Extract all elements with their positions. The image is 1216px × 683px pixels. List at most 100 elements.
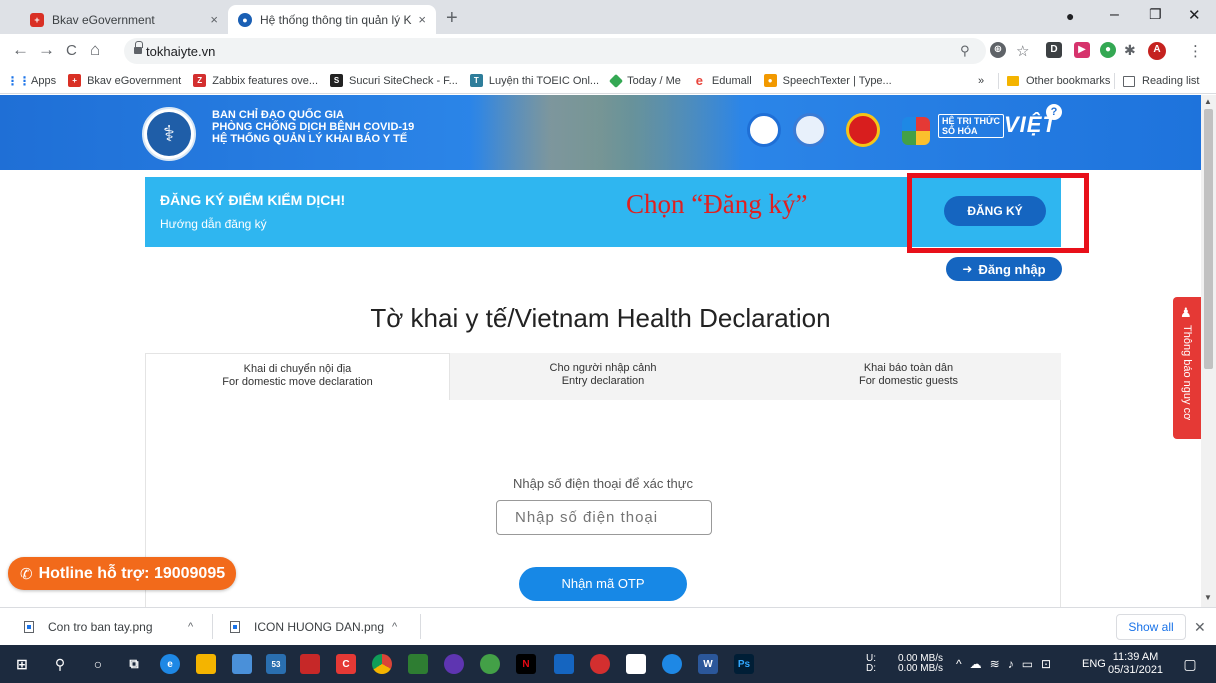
forward-button[interactable]: → xyxy=(38,40,55,60)
coccoc-icon[interactable]: C xyxy=(336,654,356,674)
reading-list[interactable]: Reading list xyxy=(1114,68,1199,94)
scroll-down-arrow-icon[interactable]: ▼ xyxy=(1204,593,1212,602)
home-button[interactable]: ⌂ xyxy=(90,40,100,60)
chevron-up-icon[interactable]: ^ xyxy=(188,621,193,633)
bookmark-edumall[interactable]: e Edumall xyxy=(693,73,752,88)
show-all-button[interactable]: Show all xyxy=(1116,614,1186,640)
bookmark-today[interactable]: Today / Me xyxy=(609,73,681,88)
scroll-up-arrow-icon[interactable]: ▲ xyxy=(1204,97,1212,106)
app-red-icon[interactable] xyxy=(590,654,610,674)
media-icon[interactable] xyxy=(444,654,464,674)
phone-label: Nhập số điện thoại để xác thực xyxy=(513,476,693,491)
netflix-icon[interactable]: N xyxy=(516,654,536,674)
profile-dot-icon[interactable]: ● xyxy=(1066,8,1074,24)
hetri-small-text: HỆ TRI THỨC SỐ HÓA xyxy=(938,114,1004,138)
windows-taskbar: ⊞ ⚲ ○ ⧉ e 53 C N W Ps U: D: 0.00 MB/s 0.… xyxy=(0,645,1216,683)
tab-close-icon[interactable]: × xyxy=(210,12,218,27)
risk-notice-tab[interactable]: ♟ Thông báo nguy cơ xyxy=(1173,297,1201,439)
login-label: Đăng nhập xyxy=(978,261,1046,277)
app-badge-icon[interactable] xyxy=(662,654,682,674)
bookmark-bkav[interactable]: + Bkav eGovernment xyxy=(68,74,181,87)
extension-d-icon[interactable]: D xyxy=(1046,42,1062,58)
input-icon[interactable]: ⊡ xyxy=(1041,657,1051,671)
bookmark-sucuri[interactable]: S Sucuri SiteCheck - F... xyxy=(330,74,458,87)
calculator-icon[interactable] xyxy=(408,654,428,674)
get-otp-button[interactable]: Nhận mã OTP xyxy=(519,567,687,601)
zoom-icon[interactable]: ⊕ xyxy=(990,42,1006,58)
hotline-button[interactable]: ✆ Hotline hỗ trợ: 19009095 xyxy=(8,557,237,590)
download-item[interactable]: ICON HUONG DAN.png ^ xyxy=(230,608,420,645)
windows-start-icon[interactable]: ⊞ xyxy=(12,654,32,674)
app-blue-icon[interactable] xyxy=(554,654,574,674)
chevron-up-icon[interactable]: ^ xyxy=(956,657,962,671)
edge-icon[interactable]: e xyxy=(160,654,180,674)
battery-icon[interactable]: ▭ xyxy=(1022,657,1033,671)
word-icon[interactable]: W xyxy=(698,654,718,674)
bookmark-toeic[interactable]: T Luyện thi TOEIC Onl... xyxy=(469,74,599,87)
tray-icons[interactable]: ^ ☁ ≋ ♪ ▭ ⊡ xyxy=(956,645,1057,683)
page-scrollbar[interactable]: ▲ ▼ xyxy=(1201,95,1216,607)
tab-domestic-move[interactable]: Khai di chuyển nội địa For domestic move… xyxy=(145,353,450,401)
tab-domestic-guests[interactable]: Khai báo toàn dân For domestic guests xyxy=(756,353,1061,401)
header-title: BAN CHỈ ĐẠO QUỐC GIA PHÒNG CHỐNG DỊCH BỆ… xyxy=(212,109,414,145)
extension-search-icon[interactable]: ● xyxy=(1100,42,1116,58)
chevron-up-icon[interactable]: ^ xyxy=(392,621,397,633)
annotation-highlight-box xyxy=(907,173,1089,253)
browser-tab-bkav[interactable]: + Bkav eGovernment × xyxy=(20,5,228,34)
bookmark-apps[interactable]: ⋮⋮ Apps xyxy=(7,74,57,88)
tab-close-icon[interactable]: × xyxy=(418,12,426,27)
bookmark-zabbix[interactable]: Z Zabbix features ove... xyxy=(193,74,318,87)
ministry-of-health-logo[interactable]: ⚕ xyxy=(142,107,196,161)
cortana-icon[interactable]: ○ xyxy=(88,654,108,674)
back-button[interactable]: ← xyxy=(12,40,29,60)
volume-icon[interactable]: ♪ xyxy=(1008,657,1014,671)
bookmark-label: SpeechTexter | Type... xyxy=(782,74,892,87)
location-pin-icon[interactable]: ⚲ xyxy=(960,43,970,59)
search-icon[interactable]: ⚲ xyxy=(50,654,70,674)
close-window-button[interactable]: ✕ xyxy=(1188,6,1201,24)
bookmarks-more-button[interactable]: » xyxy=(978,68,984,94)
restore-button[interactable]: ❐ xyxy=(1149,6,1162,23)
browser-tab-tokhaiyte[interactable]: ● Hệ thống thông tin quản lý Khai × xyxy=(228,5,436,34)
cloud-icon[interactable]: ☁ xyxy=(970,657,982,671)
site-header-banner: ⚕ BAN CHỈ ĐẠO QUỐC GIA PHÒNG CHỐNG DỊCH … xyxy=(0,95,1201,170)
login-button[interactable]: ➜ Đăng nhập xyxy=(946,257,1062,281)
bookmark-label: Other bookmarks xyxy=(1026,75,1111,87)
reload-button[interactable]: C xyxy=(66,42,77,59)
minimize-button[interactable]: – xyxy=(1110,6,1119,24)
notepad-icon[interactable] xyxy=(626,654,646,674)
edumall-icon: e xyxy=(695,73,704,88)
task-view-icon[interactable]: ⧉ xyxy=(124,654,144,674)
bookmark-star-icon[interactable]: ☆ xyxy=(1016,42,1029,60)
chrome-icon[interactable] xyxy=(372,654,392,674)
download-item[interactable]: Con tro ban tay.png ^ xyxy=(24,608,214,645)
profile-avatar[interactable]: A xyxy=(1148,42,1166,60)
photoshop-icon[interactable]: Ps xyxy=(734,654,754,674)
address-bar[interactable]: tokhaiyte.vn xyxy=(124,38,986,64)
chrome-menu-icon[interactable]: ⋮ xyxy=(1188,42,1203,60)
file-explorer-icon[interactable] xyxy=(196,654,216,674)
divider xyxy=(212,614,213,639)
mail-badge-icon[interactable]: 53 xyxy=(266,654,286,674)
tab-entry[interactable]: Cho người nhập cảnh Entry declaration xyxy=(450,353,756,401)
declaration-tabs: Khai di chuyển nội địa For domestic move… xyxy=(145,353,1061,401)
help-icon[interactable]: ? xyxy=(1046,104,1062,120)
other-bookmarks[interactable]: Other bookmarks xyxy=(998,68,1110,94)
close-downloads-icon[interactable]: ✕ xyxy=(1194,619,1206,636)
clock[interactable]: 11:39 AM 05/31/2021 xyxy=(1108,645,1163,683)
new-tab-button[interactable]: + xyxy=(446,8,458,28)
notifications-icon[interactable]: ▢ xyxy=(1180,654,1200,674)
store-icon[interactable] xyxy=(232,654,252,674)
snip-icon[interactable] xyxy=(480,654,500,674)
bkav-shield-icon: + xyxy=(30,12,44,27)
wifi-icon[interactable]: ≋ xyxy=(990,657,1000,671)
tab-label-en: For domestic move declaration xyxy=(222,376,373,388)
app-icon[interactable] xyxy=(300,654,320,674)
bookmark-speechtexter[interactable]: ● SpeechTexter | Type... xyxy=(763,74,892,87)
extension-video-icon[interactable]: ▶ xyxy=(1074,42,1090,58)
phone-input[interactable] xyxy=(496,500,712,535)
extensions-puzzle-icon[interactable]: ✱ xyxy=(1124,42,1136,59)
language-indicator[interactable]: ENG xyxy=(1082,645,1106,683)
register-guide-link[interactable]: Hướng dẫn đăng ký xyxy=(160,217,267,231)
scrollbar-thumb[interactable] xyxy=(1204,109,1213,369)
